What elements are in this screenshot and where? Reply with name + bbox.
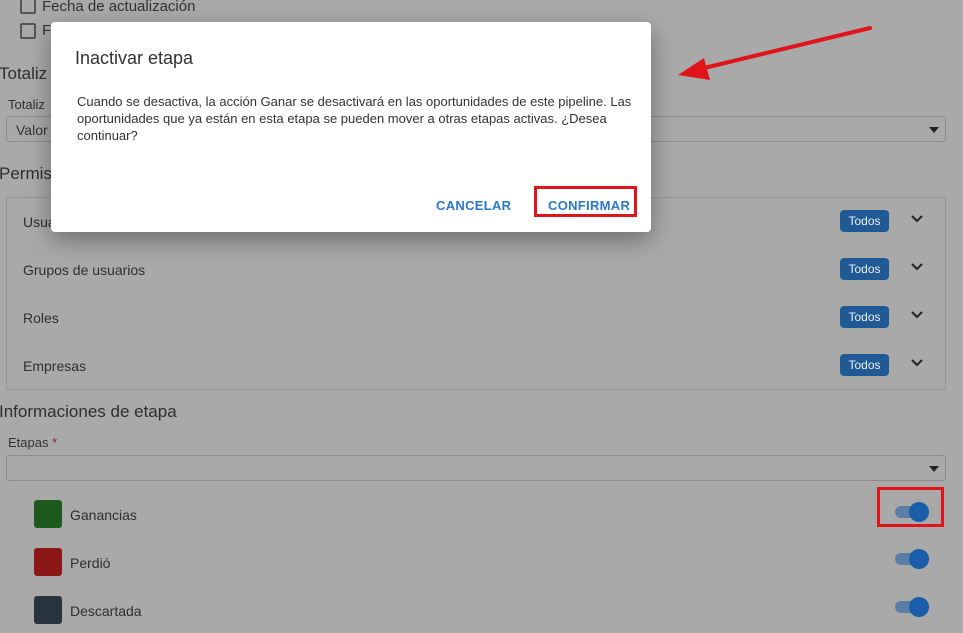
stage-active-toggle[interactable] xyxy=(893,547,933,571)
permission-row-label: Empresas xyxy=(23,358,87,374)
required-marker: * xyxy=(52,435,58,450)
annotation-arrow-icon xyxy=(678,26,872,80)
filter-checkbox-2-label: F xyxy=(42,22,52,39)
totalization-field-label: Totaliz xyxy=(8,97,45,112)
stage-info-section-title: Informaciones de etapa xyxy=(0,402,177,421)
stage-label: Ganancias xyxy=(70,507,137,523)
dialog-title: Inactivar etapa xyxy=(75,48,194,68)
chevron-down-icon[interactable] xyxy=(910,212,924,226)
permission-row-user-groups[interactable]: Grupos de usuarios Todos xyxy=(7,246,945,294)
permission-row-roles[interactable]: Roles Todos xyxy=(7,294,945,342)
totalization-section-title: Totaliz xyxy=(0,64,48,83)
permissions-section-title: Permis xyxy=(0,164,52,183)
permission-badge: Todos xyxy=(840,258,889,280)
permission-badge: Todos xyxy=(840,306,889,328)
permission-row-label: Roles xyxy=(23,310,59,326)
totalization-select-value: Valor xyxy=(16,122,48,138)
chevron-down-icon xyxy=(929,466,939,472)
permission-row-label: Grupos de usuarios xyxy=(23,262,146,278)
stage-color-swatch[interactable] xyxy=(34,500,62,528)
stage-label: Perdió xyxy=(70,555,111,571)
stages-field-label: Etapas * xyxy=(8,435,57,450)
permission-badge: Todos xyxy=(840,354,889,376)
chevron-down-icon[interactable] xyxy=(910,356,924,370)
permission-row-companies[interactable]: Empresas Todos xyxy=(7,342,945,390)
chevron-down-icon[interactable] xyxy=(910,308,924,322)
chevron-down-icon xyxy=(929,127,939,133)
permission-badge: Todos xyxy=(840,210,889,232)
annotation-highlight-confirm xyxy=(534,186,637,217)
stage-active-toggle[interactable] xyxy=(893,595,933,619)
filter-checkbox-1[interactable] xyxy=(20,0,36,14)
stage-label: Descartada xyxy=(70,603,142,619)
stages-label-text: Etapas xyxy=(8,435,49,450)
stages-select[interactable] xyxy=(6,455,946,481)
filter-checkbox-2[interactable] xyxy=(20,23,36,39)
stage-color-swatch[interactable] xyxy=(34,596,62,624)
dialog-message: Cuando se desactiva, la acción Ganar se … xyxy=(77,94,632,143)
filter-checkbox-1-label: Fecha de actualización xyxy=(42,0,196,15)
chevron-down-icon[interactable] xyxy=(910,260,924,274)
stage-color-swatch[interactable] xyxy=(34,548,62,576)
annotation-highlight-toggle xyxy=(877,487,944,527)
cancel-button[interactable]: CANCELAR xyxy=(436,198,511,213)
